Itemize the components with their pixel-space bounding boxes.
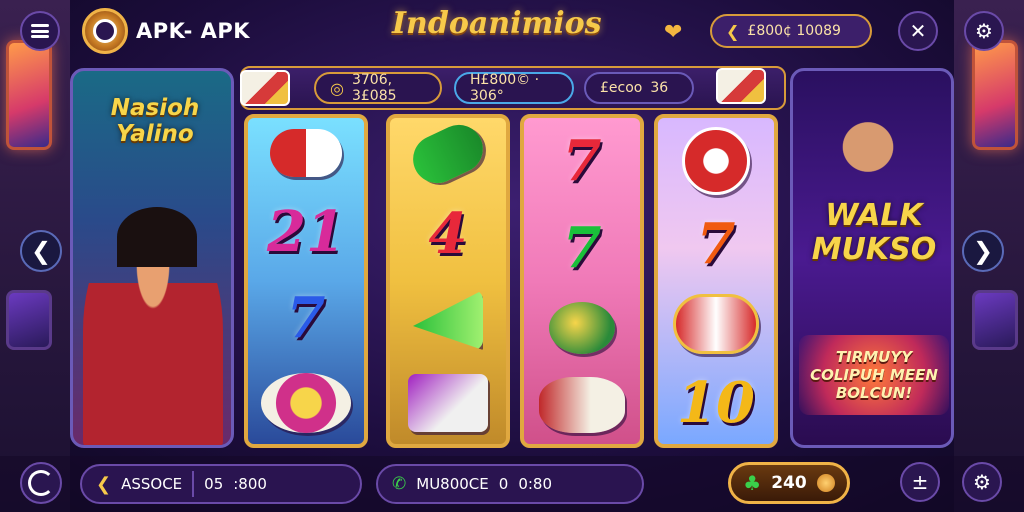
close-icon: ✕ [909, 19, 927, 43]
right-panel-title: WALK MUKSO [811, 198, 937, 267]
slot-reel: 7 7 [520, 114, 644, 448]
hero-character-image [813, 111, 923, 201]
win-value: 0:80 [518, 475, 552, 493]
card-dice-symbol-icon [408, 374, 488, 432]
green-horn-symbol-icon [413, 290, 483, 350]
number-symbol: 7 [562, 128, 602, 195]
stat-label: £ecoo [600, 80, 643, 96]
plus-minus-icon: ± [911, 470, 929, 494]
bottom-bar: ❮ ASSOCE 05 :800 ✆ MU800CE 0 0:80 ♣ 240 … [0, 456, 1024, 512]
slot-reel: 7 10 [654, 114, 778, 448]
bet-label: ASSOCE [121, 475, 183, 493]
game-title: Indoanimios [392, 6, 602, 41]
coin-icon: ◎ [330, 78, 344, 98]
chevron-left-icon: ❮ [726, 21, 740, 41]
menu-button[interactable] [20, 11, 60, 51]
hamburger-menu-icon [31, 24, 49, 38]
close-button[interactable]: ✕ [898, 11, 938, 51]
number-symbol: 10 [677, 370, 755, 437]
number-symbol: 7 [562, 214, 602, 281]
phone-icon: ✆ [392, 474, 407, 494]
logo-ring-icon [28, 470, 54, 496]
top-bar: APK- APK Indoanimios ❤ ❮ £800¢ 10089 ✕ ⚙ [0, 0, 1024, 62]
win-display[interactable]: ✆ MU800CE 0 0:80 [376, 464, 644, 504]
slot-reel: 4 [386, 114, 510, 448]
next-arrow-button[interactable]: ❯ [962, 230, 1004, 272]
bet-value: :800 [233, 475, 267, 493]
heart-icon: ❤ [664, 20, 683, 45]
stat-pill: H£800© · 306° [454, 72, 574, 104]
promo-banner: TIRMUYY COLIPUH MEEN BOLCUN! [799, 335, 949, 415]
home-button[interactable] [20, 462, 62, 504]
number-symbol: 7 [696, 211, 736, 278]
gear-icon: ⚙ [975, 19, 993, 43]
win-code: 0 [498, 475, 509, 493]
add-bet-button[interactable]: ± [900, 462, 940, 502]
gear-icon: ⚙ [973, 470, 991, 494]
chevron-left-icon: ❮ [30, 237, 52, 265]
left-panel-title: Nasioh Yalino [110, 95, 200, 147]
ball-symbol-icon [549, 302, 615, 355]
chevron-left-icon: ❮ [96, 473, 112, 495]
character-hair [117, 207, 197, 267]
arcade-screen [972, 290, 1018, 350]
stat-value: H£800© · 306° [470, 72, 540, 104]
settings-button[interactable]: ⚙ [962, 462, 1002, 502]
slot-reel: 21 7 [244, 114, 368, 448]
number-symbol: 21 [267, 198, 345, 265]
clover-icon: ♣ [743, 471, 762, 495]
barrel-symbol-icon [673, 293, 759, 354]
dice-icon [716, 68, 766, 104]
balance-value: £800¢ 10089 [747, 23, 841, 39]
red-dice-symbol-icon [682, 126, 750, 195]
brand-name: APK- APK [136, 19, 251, 43]
red-capsule-symbol-icon [270, 129, 342, 178]
right-promo-panel[interactable]: WALK MUKSO TIRMUYY COLIPUH MEEN BOLCUN! [790, 68, 954, 448]
stat-value: 3706, 3£085 [351, 72, 397, 104]
coin-value: 240 [771, 473, 807, 493]
casino-chips-icon [261, 372, 351, 433]
chevron-right-icon: ❯ [972, 237, 994, 265]
divider [192, 471, 195, 497]
previous-arrow-button[interactable]: ❮ [20, 230, 62, 272]
arcade-screen [6, 290, 52, 350]
balance-display[interactable]: ❮ £800¢ 10089 [710, 14, 872, 48]
brand: APK- APK [82, 8, 250, 54]
brand-logo-icon [82, 8, 128, 54]
number-symbol: 4 [428, 201, 468, 267]
settings-button[interactable]: ⚙ [964, 11, 1004, 51]
drum-dice-symbol-icon [539, 376, 625, 433]
bet-code: 05 [204, 475, 224, 493]
stat-pill: £ecoo 36 [584, 72, 694, 104]
coin-balance-button[interactable]: ♣ 240 [728, 462, 850, 504]
win-label: MU800CE [416, 475, 489, 493]
reel-header: ◎ 3706, 3£085 H£800© · 306° £ecoo 36 [240, 66, 786, 110]
green-capsule-symbol-icon [405, 117, 491, 191]
number-symbol: 7 [286, 285, 326, 352]
coin-icon [816, 474, 835, 492]
stat-value: 36 [650, 80, 669, 96]
bet-selector[interactable]: ❮ ASSOCE 05 :800 [80, 464, 362, 504]
left-promo-panel[interactable]: Nasioh Yalino [70, 68, 234, 448]
dice-icon [240, 70, 290, 106]
stat-pill: ◎ 3706, 3£085 [314, 72, 442, 104]
